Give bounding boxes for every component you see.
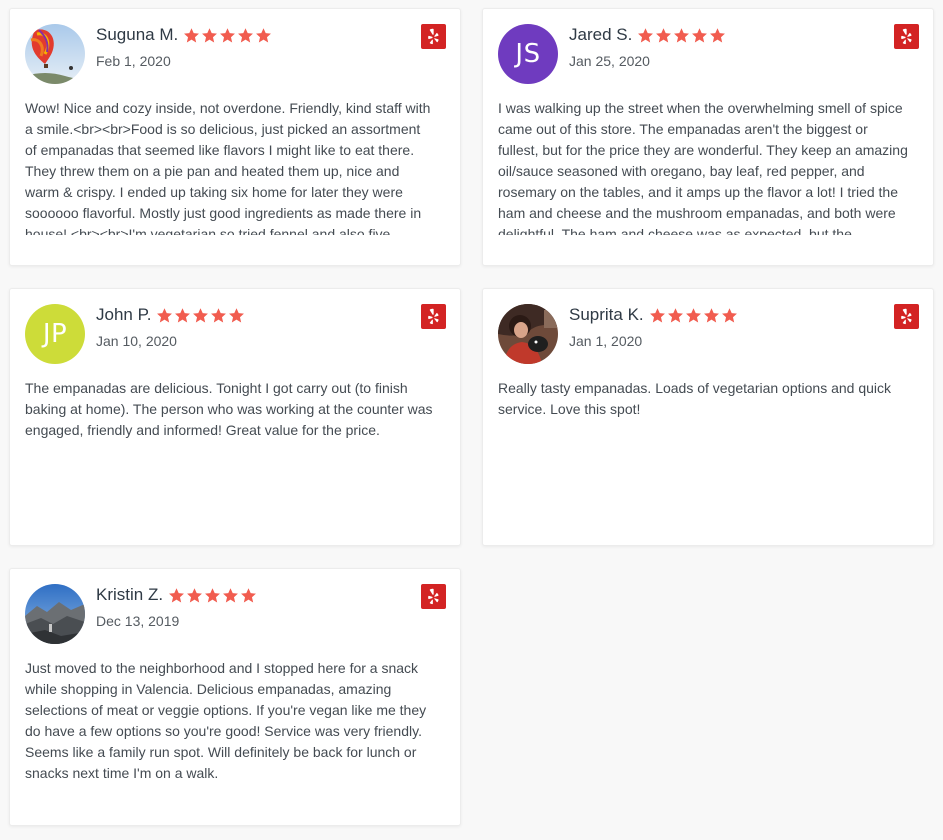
review-card: Suguna M. Feb 1, 2020 Wow! Nice and cozy…: [9, 8, 461, 266]
star-icon: [691, 27, 708, 44]
yelp-logo-icon[interactable]: [894, 304, 919, 329]
mountain-landscape-photo-icon: [25, 584, 85, 644]
review-text: Really tasty empanadas. Loads of vegetar…: [498, 380, 892, 417]
star-icon: [204, 587, 221, 604]
star-icon: [709, 27, 726, 44]
rating-stars: [649, 307, 739, 324]
star-icon: [168, 587, 185, 604]
star-icon: [655, 27, 672, 44]
rating-stars: [168, 587, 258, 604]
star-icon: [703, 307, 720, 324]
reviewer-name[interactable]: John P.: [96, 305, 151, 325]
star-icon: [237, 27, 254, 44]
star-icon: [240, 587, 257, 604]
star-icon: [255, 27, 272, 44]
star-icon: [156, 307, 173, 324]
reviewer-name[interactable]: Suprita K.: [569, 305, 644, 325]
star-icon: [228, 307, 245, 324]
reviewer-avatar[interactable]: [25, 584, 85, 644]
review-card: Suprita K. Jan 1, 2020 Really tasty empa…: [482, 288, 934, 546]
yelp-logo-icon[interactable]: [894, 24, 919, 49]
review-text: I was walking up the street when the ove…: [498, 100, 908, 235]
yelp-logo-icon[interactable]: [421, 24, 446, 49]
star-icon: [637, 27, 654, 44]
reviewer-avatar[interactable]: [25, 24, 85, 84]
star-icon: [685, 307, 702, 324]
reviewer-avatar[interactable]: JS: [498, 24, 558, 84]
star-icon: [673, 27, 690, 44]
star-icon: [192, 307, 209, 324]
rating-stars: [637, 27, 727, 44]
review-card: JP John P. Jan 10, 2020 The empanadas ar…: [9, 288, 461, 546]
star-icon: [222, 587, 239, 604]
review-date: Dec 13, 2019: [96, 613, 180, 629]
review-text: Just moved to the neighborhood and I sto…: [25, 660, 427, 781]
review-date: Jan 10, 2020: [96, 333, 177, 349]
reviewer-name[interactable]: Kristin Z.: [96, 585, 163, 605]
reviewer-header: Suguna M.: [96, 23, 273, 47]
review-card: JS Jared S. Jan 25, 2020 I was walking u…: [482, 8, 934, 266]
rating-stars: [183, 27, 273, 44]
star-icon: [649, 307, 666, 324]
reviewer-avatar[interactable]: JP: [25, 304, 85, 364]
reviewer-header: John P.: [96, 303, 246, 327]
avatar-initials: JS: [515, 39, 541, 69]
star-icon: [667, 307, 684, 324]
reviewer-header: Suprita K.: [569, 303, 739, 327]
star-icon: [174, 307, 191, 324]
yelp-logo-icon[interactable]: [421, 584, 446, 609]
person-with-dog-photo-icon: [498, 304, 558, 364]
review-date: Feb 1, 2020: [96, 53, 171, 69]
star-icon: [201, 27, 218, 44]
avatar-initials: JP: [42, 319, 68, 349]
review-date: Jan 25, 2020: [569, 53, 650, 69]
yelp-logo-icon[interactable]: [421, 304, 446, 329]
review-text: Wow! Nice and cozy inside, not overdone.…: [25, 100, 431, 235]
review-text: The empanadas are delicious. Tonight I g…: [25, 380, 433, 438]
star-icon: [183, 27, 200, 44]
review-card: Kristin Z. Dec 13, 2019 Just moved to th…: [9, 568, 461, 826]
reviewer-header: Jared S.: [569, 23, 727, 47]
hot-air-balloon-photo-icon: [25, 24, 85, 84]
rating-stars: [156, 307, 246, 324]
star-icon: [721, 307, 738, 324]
star-icon: [219, 27, 236, 44]
reviewer-header: Kristin Z.: [96, 583, 258, 607]
reviewer-name[interactable]: Jared S.: [569, 25, 632, 45]
star-icon: [186, 587, 203, 604]
reviewer-name[interactable]: Suguna M.: [96, 25, 178, 45]
review-date: Jan 1, 2020: [569, 333, 643, 349]
reviewer-avatar[interactable]: [498, 304, 558, 364]
star-icon: [210, 307, 227, 324]
